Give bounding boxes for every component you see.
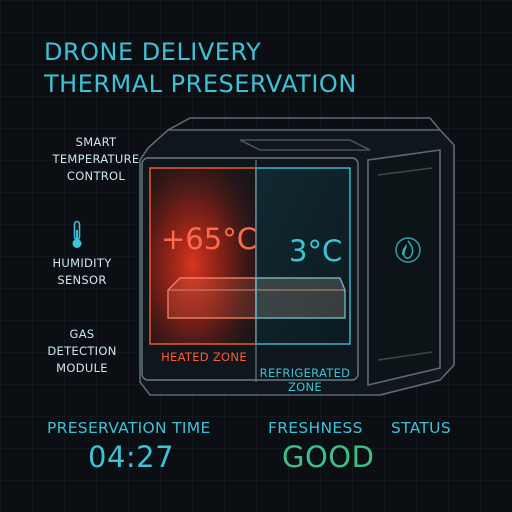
heated-zone-label: HEATED ZONE: [161, 350, 247, 364]
freshness-value: GOOD: [282, 440, 375, 474]
status-label: STATUS: [391, 419, 451, 437]
food-tray: [167, 277, 346, 319]
heated-zone-temperature: +65°C: [161, 222, 257, 256]
freshness-label: FRESHNESS: [268, 419, 363, 437]
preservation-time-value: 04:27: [88, 440, 175, 474]
preservation-time-label: PRESERVATION TIME: [47, 419, 211, 437]
refrigerated-label-line-2: ZONE: [288, 380, 322, 394]
refrigerated-zone-temperature: 3°C: [289, 234, 343, 268]
refrigerated-zone-label: REFRIGERATED ZONE: [258, 366, 352, 394]
refrigerated-label-line-1: REFRIGERATED: [259, 366, 351, 380]
